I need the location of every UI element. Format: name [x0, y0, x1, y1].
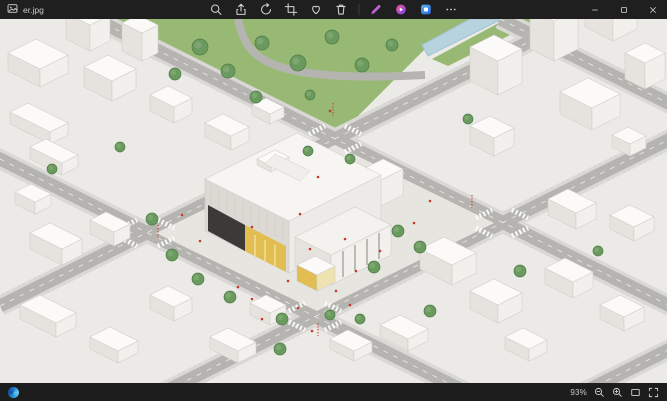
photos-app-window: er.jpg 93% — [0, 0, 667, 401]
zoom-icon[interactable] — [204, 0, 228, 19]
edit-image-icon[interactable] — [364, 0, 388, 19]
favorite-icon[interactable] — [304, 0, 328, 19]
window-title: er.jpg — [23, 4, 44, 15]
statusbar-right: 93% — [570, 387, 659, 398]
minimize-button[interactable] — [580, 0, 609, 19]
rotate-icon[interactable] — [254, 0, 278, 19]
zoom-out-icon[interactable] — [594, 387, 605, 398]
maximize-button[interactable] — [609, 0, 638, 19]
statusbar: 93% — [0, 383, 667, 401]
designer-icon[interactable] — [414, 0, 438, 19]
statusbar-left — [8, 386, 19, 398]
titlebar: er.jpg — [0, 0, 667, 19]
toolbar-divider — [358, 4, 359, 15]
more-icon[interactable] — [439, 0, 463, 19]
crop-icon[interactable] — [279, 0, 303, 19]
share-icon[interactable] — [229, 0, 253, 19]
titlebar-left: er.jpg — [0, 3, 44, 16]
zoom-level[interactable]: 93% — [570, 388, 587, 397]
toolbar — [204, 0, 463, 19]
window-controls — [580, 0, 667, 19]
fit-to-window-icon[interactable] — [630, 387, 641, 398]
fullscreen-icon[interactable] — [648, 387, 659, 398]
app-logo-icon[interactable] — [8, 386, 19, 398]
zoom-in-icon[interactable] — [612, 387, 623, 398]
image-file-icon — [7, 3, 18, 16]
image-viewer-canvas[interactable] — [0, 19, 667, 383]
clipchamp-icon[interactable] — [389, 0, 413, 19]
architectural-rendering-image — [0, 19, 667, 383]
delete-icon[interactable] — [329, 0, 353, 19]
close-button[interactable] — [638, 0, 667, 19]
